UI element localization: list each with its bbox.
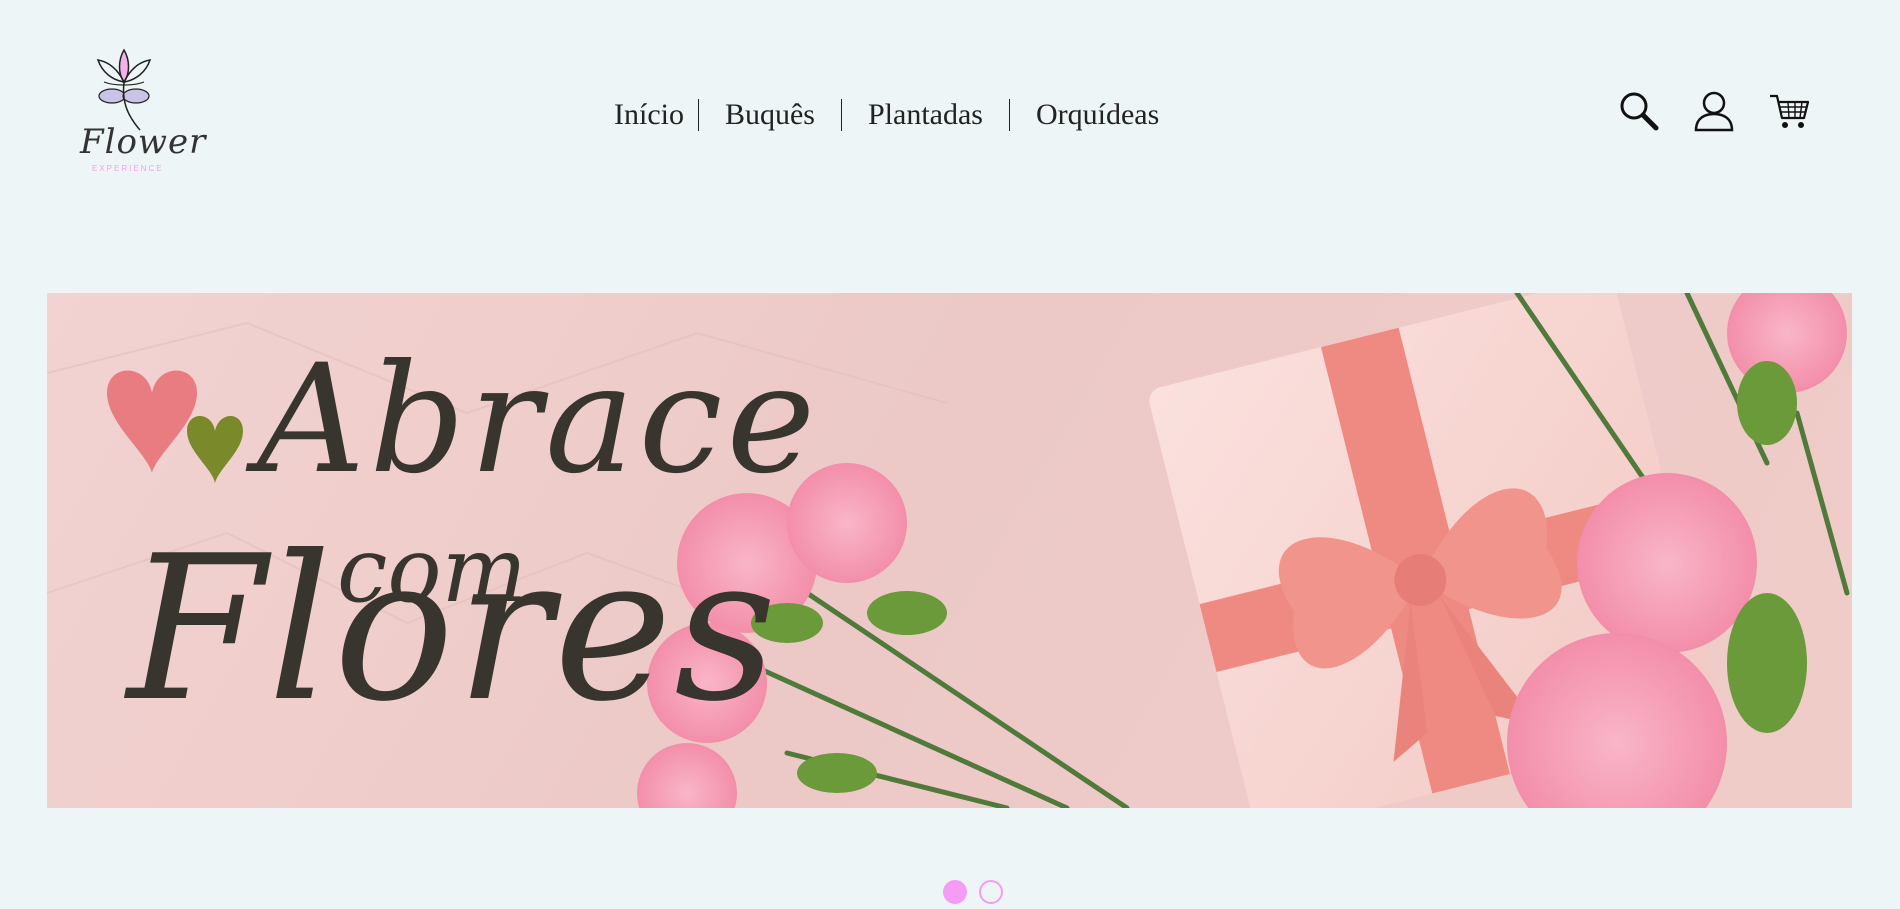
account-button[interactable]	[1693, 90, 1735, 132]
site-header: Flower EXPERIENCE Início Buquês Plantada…	[0, 0, 1900, 230]
nav-item-buques[interactable]: Buquês	[697, 99, 841, 131]
carousel-dot-2[interactable]	[979, 880, 1003, 904]
heart-pink-icon	[107, 370, 197, 473]
cart-icon	[1770, 94, 1810, 128]
user-icon	[1694, 91, 1734, 132]
nav-item-inicio[interactable]: Início	[600, 99, 698, 131]
brand-logo[interactable]: Flower EXPERIENCE	[74, 40, 205, 180]
search-icon	[1620, 92, 1659, 131]
banner-title-line-1: Abrace	[257, 333, 820, 507]
hero-banner[interactable]: Abrace com Flores	[47, 293, 1852, 808]
carousel-indicators	[943, 880, 1003, 904]
heart-green-icon	[187, 416, 243, 483]
brand-name: Flower	[80, 122, 207, 162]
banner-title-line-3: Flores	[127, 513, 779, 746]
cart-button[interactable]	[1768, 90, 1810, 132]
header-icons	[1618, 90, 1810, 132]
carousel-dot-1[interactable]	[943, 880, 967, 904]
nav-item-plantadas[interactable]: Plantadas	[840, 99, 1009, 131]
search-button[interactable]	[1618, 90, 1660, 132]
nav-item-orquideas[interactable]: Orquídeas	[1008, 99, 1185, 131]
brand-tagline: EXPERIENCE	[92, 164, 164, 173]
main-nav: Início Buquês Plantadas Orquídeas	[600, 92, 1185, 138]
